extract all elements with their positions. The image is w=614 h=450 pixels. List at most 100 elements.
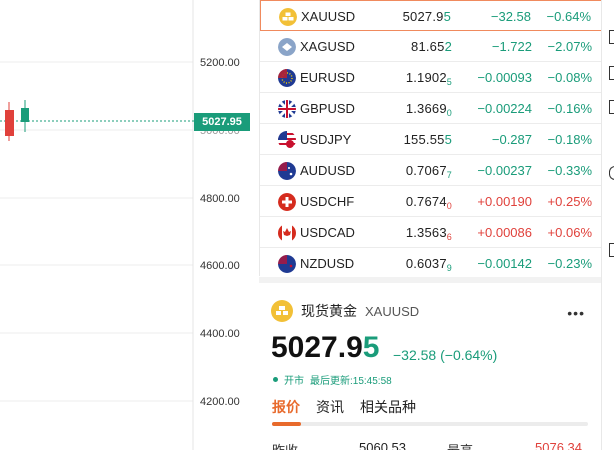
nz-flag-icon bbox=[278, 255, 296, 273]
quote-row-nzdusd[interactable]: NZDUSD 0.60379 −0.00142 −0.23% bbox=[260, 248, 602, 279]
quote-row-usdjpy[interactable]: USDJPY 155.555 −0.287 −0.18% bbox=[260, 124, 602, 155]
eu-flag-icon bbox=[278, 69, 296, 87]
stat-label-high: 最高 bbox=[447, 440, 473, 450]
stat-label-prev-close: 昨收 bbox=[272, 440, 298, 450]
quote-price-tail: 0 bbox=[446, 201, 452, 211]
quote-price-tail: 7 bbox=[446, 170, 452, 180]
quote-change: −1.722 bbox=[491, 39, 532, 54]
detail-change: −32.58 (−0.64%) bbox=[393, 347, 498, 363]
quote-symbol: USDCHF bbox=[300, 194, 355, 209]
quote-price: 81.652 bbox=[411, 39, 452, 54]
quote-price: 5027.95 bbox=[403, 9, 451, 24]
quote-symbol: NZDUSD bbox=[300, 256, 355, 271]
quote-symbol: USDJPY bbox=[300, 132, 352, 147]
tab-related[interactable]: 相关品种 bbox=[360, 397, 416, 417]
price-chart[interactable]: 5200.00 5000.00 4800.00 4600.00 4400.00 … bbox=[0, 0, 258, 450]
instrument-detail: 现货黄金 XAUUSD ••• 5027.95 −32.58 (−0.64%) … bbox=[259, 277, 601, 450]
silver-bar-icon bbox=[278, 38, 296, 56]
us-flag-icon bbox=[278, 131, 296, 149]
quote-row-xauusd[interactable]: XAUUSD 5027.95 −32.58 −0.64% bbox=[260, 0, 602, 31]
truncated-icon bbox=[609, 100, 614, 114]
active-tab-indicator bbox=[272, 422, 301, 426]
detail-tabs: 报价 资讯 相关品种 bbox=[272, 397, 432, 417]
quote-change: +0.00086 bbox=[477, 225, 532, 240]
quote-change: −0.00237 bbox=[477, 163, 532, 178]
price-axis-label: 4200.00 bbox=[200, 396, 240, 408]
right-panel-edge bbox=[601, 0, 614, 450]
market-status: 开市 最后更新:15:45:58 bbox=[273, 372, 392, 387]
quote-change-percent: −0.16% bbox=[547, 101, 592, 116]
quote-change: −0.287 bbox=[491, 132, 532, 147]
quote-price-main: 0.7674 bbox=[405, 194, 447, 209]
quote-price-tail: 5 bbox=[443, 9, 451, 24]
au-flag-icon bbox=[278, 162, 296, 180]
gold-bar-icon bbox=[279, 8, 297, 26]
quote-price-tail: 5 bbox=[444, 132, 452, 147]
ch-flag-icon bbox=[278, 193, 296, 211]
quote-price: 0.70677 bbox=[406, 163, 452, 180]
candle-body-up bbox=[21, 108, 29, 122]
quote-price: 1.19025 bbox=[405, 70, 452, 87]
quote-row-eurusd[interactable]: EURUSD 1.19025 −0.00093 −0.08% bbox=[260, 62, 602, 93]
tab-news[interactable]: 资讯 bbox=[316, 397, 344, 417]
quote-symbol: AUDUSD bbox=[300, 163, 355, 178]
quote-list: XAUUSD 5027.95 −32.58 −0.64% XAGUSD 81.652 −1.… bbox=[259, 0, 602, 279]
quote-change-percent: +0.25% bbox=[547, 194, 592, 209]
quote-price: 0.76740 bbox=[405, 194, 452, 211]
detail-price: 5027.95 bbox=[271, 331, 379, 365]
quote-price: 0.60379 bbox=[405, 256, 452, 273]
quote-row-audusd[interactable]: AUDUSD 0.70677 −0.00237 −0.33% bbox=[260, 155, 602, 186]
quote-price-main: 5027.9 bbox=[402, 9, 444, 24]
price-axis-label: 4800.00 bbox=[200, 193, 240, 205]
quote-price-main: 1.3669 bbox=[405, 101, 447, 116]
quote-price-tail: 0 bbox=[446, 108, 452, 118]
quote-row-xagusd[interactable]: XAGUSD 81.652 −1.722 −2.07% bbox=[260, 31, 602, 62]
quote-price-tail: 9 bbox=[446, 263, 452, 273]
truncated-icon bbox=[609, 30, 614, 44]
quote-price-tail: 2 bbox=[444, 39, 452, 54]
ca-flag-icon bbox=[278, 224, 296, 242]
instrument-name: 现货黄金 bbox=[301, 303, 357, 319]
quote-price: 155.555 bbox=[404, 132, 452, 147]
detail-price-tail: 5 bbox=[362, 331, 380, 364]
quote-price-main: 81.65 bbox=[411, 39, 445, 54]
quote-price-main: 1.3563 bbox=[405, 225, 447, 240]
current-price-tag: 5027.95 bbox=[194, 113, 250, 131]
truncated-icon bbox=[609, 166, 614, 180]
quote-change-percent: −0.33% bbox=[547, 163, 592, 178]
uk-flag-icon bbox=[278, 100, 296, 118]
tab-quote[interactable]: 报价 bbox=[272, 397, 300, 417]
quote-change-percent: +0.06% bbox=[547, 225, 592, 240]
quote-change: −0.00224 bbox=[477, 101, 532, 116]
quote-price-main: 155.55 bbox=[403, 132, 445, 147]
last-update-label: 最后更新:15:45:58 bbox=[310, 376, 392, 387]
quote-symbol: USDCAD bbox=[300, 225, 355, 240]
gold-bar-icon bbox=[271, 300, 293, 322]
price-axis-label: 4400.00 bbox=[200, 328, 240, 340]
quote-price: 1.35636 bbox=[405, 225, 452, 242]
quote-change: −32.58 bbox=[490, 9, 531, 24]
quote-change: −0.00142 bbox=[477, 256, 532, 271]
instrument-code: XAUUSD bbox=[365, 303, 420, 319]
quote-price-main: 0.6037 bbox=[405, 256, 447, 271]
truncated-icon bbox=[609, 66, 614, 80]
quote-symbol: EURUSD bbox=[300, 70, 355, 85]
quote-change: +0.00190 bbox=[477, 194, 532, 209]
quote-change-percent: −0.18% bbox=[547, 132, 592, 147]
tab-scroll-track bbox=[272, 422, 588, 426]
more-options-button[interactable]: ••• bbox=[567, 305, 585, 321]
truncated-icon bbox=[609, 243, 614, 257]
detail-price-main: 5027.9 bbox=[271, 331, 363, 364]
price-axis-label: 5200.00 bbox=[200, 57, 240, 69]
quote-change-percent: −2.07% bbox=[547, 39, 592, 54]
quote-row-usdchf[interactable]: USDCHF 0.76740 +0.00190 +0.25% bbox=[260, 186, 602, 217]
market-status-label: 开市 bbox=[284, 376, 304, 387]
quote-price: 1.36690 bbox=[405, 101, 452, 118]
quote-change: −0.00093 bbox=[477, 70, 532, 85]
quote-price-tail: 6 bbox=[446, 232, 452, 242]
quote-symbol: XAGUSD bbox=[300, 39, 355, 54]
quote-symbol: GBPUSD bbox=[300, 101, 355, 116]
quote-row-usdcad[interactable]: USDCAD 1.35636 +0.00086 +0.06% bbox=[260, 217, 602, 248]
quote-row-gbpusd[interactable]: GBPUSD 1.36690 −0.00224 −0.16% bbox=[260, 93, 602, 124]
quote-price-main: 1.1902 bbox=[405, 70, 447, 85]
